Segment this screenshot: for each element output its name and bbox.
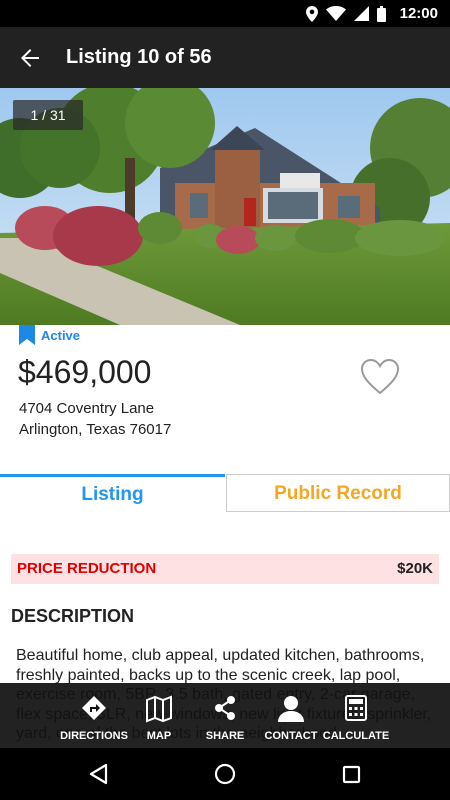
directions-icon xyxy=(82,696,106,720)
wifi-icon xyxy=(325,6,346,21)
share-icon xyxy=(215,696,235,720)
description-heading: DESCRIPTION xyxy=(11,606,135,626)
address-street: 4704 Coventry Lane xyxy=(19,400,155,417)
tab-bar: Listing Public Record xyxy=(0,474,450,512)
price-reduction-value: $20K xyxy=(397,560,433,577)
signal-icon xyxy=(353,6,369,21)
calculate-label: CALCULATE xyxy=(322,730,390,742)
calculate-button[interactable]: CALCULATE xyxy=(322,683,390,748)
map-label: MAP xyxy=(146,730,172,742)
battery-icon xyxy=(376,5,386,22)
map-icon xyxy=(146,695,172,723)
contact-icon xyxy=(278,696,304,722)
tab-public-record[interactable]: Public Record xyxy=(226,474,450,512)
page-title: Listing 10 of 56 xyxy=(66,46,212,68)
calculator-icon xyxy=(345,695,367,721)
screen: 12:00 Listing 10 of 56 1 / 31 Active $46… xyxy=(0,0,450,800)
app-bar: Listing 10 of 56 xyxy=(0,27,450,88)
photo-counter: 1 / 31 xyxy=(13,100,83,130)
triangle-back-icon xyxy=(89,763,108,785)
map-button[interactable]: MAP xyxy=(136,683,182,748)
nav-recents-button[interactable] xyxy=(336,759,366,789)
listing-photo[interactable]: 1 / 31 xyxy=(0,88,450,325)
share-label: SHARE xyxy=(205,730,245,742)
nav-home-button[interactable] xyxy=(210,759,240,789)
nav-back-button[interactable] xyxy=(84,759,114,789)
listing-price: $469,000 xyxy=(18,354,152,390)
location-icon xyxy=(305,5,318,22)
directions-label: DIRECTIONS xyxy=(60,730,128,742)
square-recents-icon xyxy=(342,765,361,784)
tab-listing[interactable]: Listing xyxy=(0,474,225,512)
status-icons: 12:00 xyxy=(305,0,438,27)
clock: 12:00 xyxy=(399,5,438,22)
arrow-left-icon xyxy=(21,49,39,67)
price-reduction-banner: PRICE REDUCTION $20K xyxy=(11,554,439,584)
directions-button[interactable]: DIRECTIONS xyxy=(58,683,130,748)
status-bar: 12:00 xyxy=(0,0,450,27)
address-city: Arlington, Texas 76017 xyxy=(19,421,172,438)
share-button[interactable]: SHARE xyxy=(200,683,250,748)
contact-button[interactable]: CONTACT xyxy=(262,683,320,748)
listing-status: Active xyxy=(41,328,81,343)
price-reduction-label: PRICE REDUCTION xyxy=(17,560,157,577)
heart-icon xyxy=(360,358,400,395)
circle-home-icon xyxy=(214,763,236,785)
action-bar: DIRECTIONS MAP SHARE CONTACT CALCULATE xyxy=(0,683,450,748)
favorite-button[interactable] xyxy=(360,358,400,396)
back-button[interactable] xyxy=(12,40,48,76)
system-nav-bar xyxy=(0,748,450,800)
bookmark-icon xyxy=(19,325,35,345)
contact-label: CONTACT xyxy=(264,730,318,742)
